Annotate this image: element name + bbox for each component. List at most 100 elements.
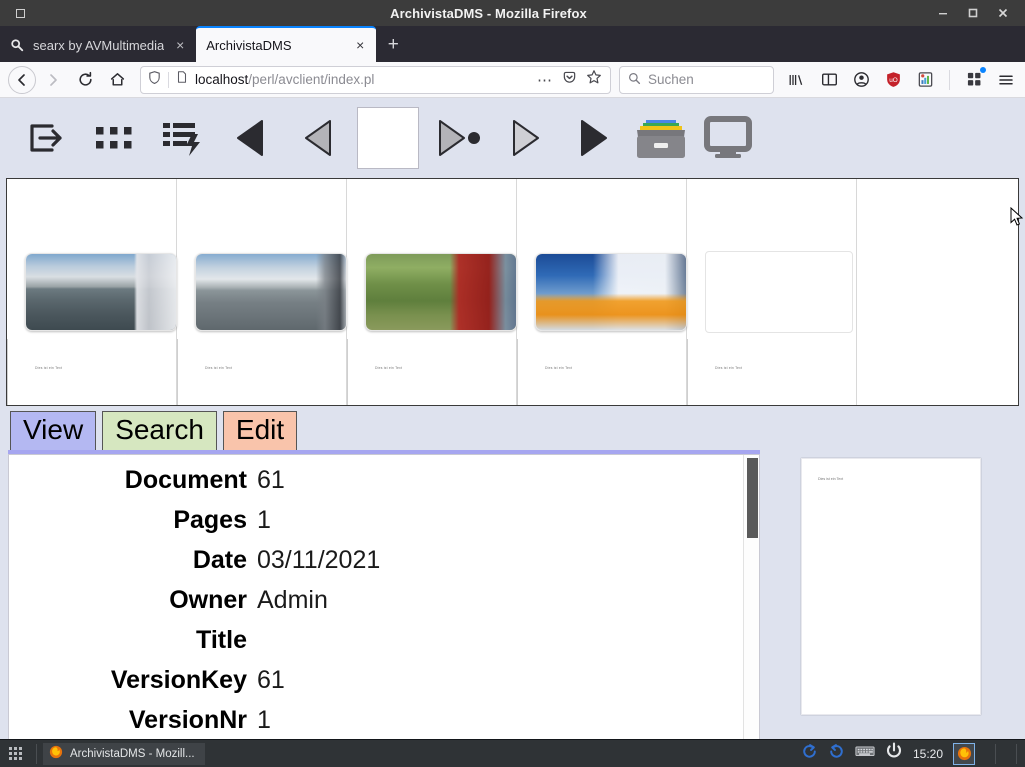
sidebar-icon[interactable]: [818, 66, 840, 94]
thumbnail-cell[interactable]: Dies ist ein Text: [7, 179, 177, 405]
fields-scrollbar[interactable]: [743, 455, 759, 739]
library-icon[interactable]: [786, 66, 808, 94]
thumbnail-strip[interactable]: Dies ist ein Text Dies ist ein Text Dies…: [6, 178, 1019, 406]
thumbnail-columns: Dies ist ein Text Dies ist ein Text Dies…: [7, 179, 1018, 405]
url-text[interactable]: localhost/perl/avclient/index.pl: [195, 72, 531, 87]
power-icon[interactable]: [885, 742, 903, 765]
taskbar-window-button[interactable]: ArchivistaDMS - Mozill...: [43, 742, 205, 765]
app-menu-icon[interactable]: [995, 66, 1017, 94]
svg-text:uO: uO: [889, 77, 898, 84]
refresh-back-icon[interactable]: [828, 743, 845, 765]
taskbar-window-label: ArchivistaDMS - Mozill...: [70, 747, 195, 760]
thumbnail-cell[interactable]: Dies ist ein Text: [517, 179, 687, 405]
prev-page-icon[interactable]: [286, 107, 354, 169]
tab-close-icon[interactable]: ×: [172, 37, 188, 53]
thumbnail-caption: Dies ist ein Text: [545, 366, 573, 370]
firefox-tray-icon[interactable]: [953, 742, 975, 765]
next-page-dot-icon[interactable]: [422, 107, 490, 169]
page-info-icon[interactable]: [175, 70, 189, 89]
thumbnail-cell[interactable]: Dies ist ein Text: [347, 179, 517, 405]
first-page-icon[interactable]: [218, 107, 286, 169]
window-app-mark: [0, 8, 40, 18]
field-row: Date 03/11/2021: [9, 546, 743, 586]
thumbnail-cell-empty[interactable]: Dies ist ein Text: [687, 179, 857, 405]
thumbnail-image[interactable]: [25, 253, 177, 331]
list-lightning-icon[interactable]: [150, 107, 218, 169]
document-preview[interactable]: Dies ist ein Text: [801, 458, 981, 715]
system-tray: 15:20: [801, 742, 1025, 765]
field-row: Pages 1: [9, 506, 743, 546]
extensions-badge-dot: [980, 66, 986, 73]
browser-tab-label: searx by AVMultimedia: [33, 37, 165, 53]
taskbar-divider: [36, 743, 37, 764]
document-fields-panel: Document 61 Pages 1 Date 03/11/2021 Owne…: [8, 454, 760, 739]
field-row: Title: [9, 626, 743, 666]
field-value: 03/11/2021: [257, 546, 381, 574]
search-favicon-icon: [10, 38, 25, 53]
thumbnail-cell[interactable]: Dies ist ein Text: [177, 179, 347, 405]
refresh-forward-icon[interactable]: [801, 743, 818, 765]
browser-tab-archivistadms[interactable]: ArchivistaDMS ×: [196, 26, 377, 62]
search-input-placeholder[interactable]: Suchen: [648, 72, 694, 87]
account-icon[interactable]: [850, 66, 872, 94]
thumbnail-caption: Dies ist ein Text: [375, 366, 403, 370]
fields-scrollbar-thumb[interactable]: [747, 458, 758, 538]
thumbnail-caption: Dies ist ein Text: [35, 366, 63, 370]
field-value: Admin: [257, 586, 328, 614]
tab-edit[interactable]: Edit: [222, 411, 298, 451]
grid-icon[interactable]: [82, 107, 150, 169]
field-row: Document 61: [9, 466, 743, 506]
cell-divider: [347, 339, 348, 405]
ublock-origin-icon[interactable]: uO: [882, 66, 904, 94]
url-actions: ⋯: [537, 69, 604, 90]
field-value: 61: [257, 466, 285, 494]
tray-divider: [1016, 743, 1017, 764]
thumbnail-image[interactable]: [535, 253, 687, 331]
browser-search-bar[interactable]: Suchen: [619, 65, 774, 94]
cell-divider: [517, 339, 518, 405]
tracking-protection-icon[interactable]: [147, 70, 162, 90]
cell-divider: [177, 339, 178, 405]
back-button-icon[interactable]: [8, 65, 36, 94]
close-button[interactable]: [997, 7, 1011, 19]
browser-toolbar-actions: uO: [780, 66, 1017, 94]
tab-search[interactable]: Search: [102, 411, 217, 451]
keyboard-icon[interactable]: [855, 744, 875, 763]
extensions-puzzle-icon[interactable]: [963, 66, 986, 94]
page-number-field[interactable]: [354, 107, 422, 169]
app-grid-dots: [8, 747, 22, 760]
forward-icon[interactable]: [490, 107, 558, 169]
reload-button-icon[interactable]: [70, 66, 100, 94]
url-bar[interactable]: localhost/perl/avclient/index.pl ⋯: [140, 65, 611, 94]
browser-tabstrip: searx by AVMultimedia × ArchivistaDMS × …: [0, 26, 1025, 62]
pocket-icon[interactable]: [562, 70, 577, 90]
thumbnail-image[interactable]: [195, 253, 347, 331]
search-icon: [628, 72, 641, 88]
home-button-icon[interactable]: [102, 66, 132, 94]
desktop-taskbar: ArchivistaDMS - Mozill... 15:20: [0, 739, 1025, 767]
minimize-button[interactable]: [937, 7, 951, 19]
login-icon[interactable]: [14, 107, 82, 169]
thumbnail-image[interactable]: [365, 253, 517, 331]
new-tab-button[interactable]: +: [376, 28, 410, 62]
document-fields-list: Document 61 Pages 1 Date 03/11/2021 Owne…: [9, 455, 743, 739]
mouse-cursor: [1010, 206, 1024, 232]
page-actions-more-icon[interactable]: ⋯: [537, 71, 553, 89]
url-path: /perl/avclient/index.pl: [248, 72, 375, 87]
monitor-icon[interactable]: [694, 107, 762, 169]
star-icon[interactable]: [586, 69, 602, 90]
thumbnail-placeholder: [705, 251, 853, 333]
tab-view[interactable]: View: [10, 411, 97, 451]
tab-close-icon[interactable]: ×: [352, 37, 368, 53]
web-page-content: Dies ist ein Text Dies ist ein Text Dies…: [0, 98, 1025, 739]
archive-box-icon[interactable]: [626, 107, 694, 169]
field-label: Document: [124, 466, 247, 494]
last-page-icon[interactable]: [558, 107, 626, 169]
window-controls: [937, 7, 1025, 19]
field-value: 1: [257, 706, 271, 734]
browser-tab-searx[interactable]: searx by AVMultimedia ×: [0, 28, 196, 62]
app-grid-icon[interactable]: [0, 747, 30, 760]
firefox-icon: [49, 745, 63, 762]
extension-icon[interactable]: [914, 66, 936, 94]
maximize-button[interactable]: [967, 7, 981, 19]
